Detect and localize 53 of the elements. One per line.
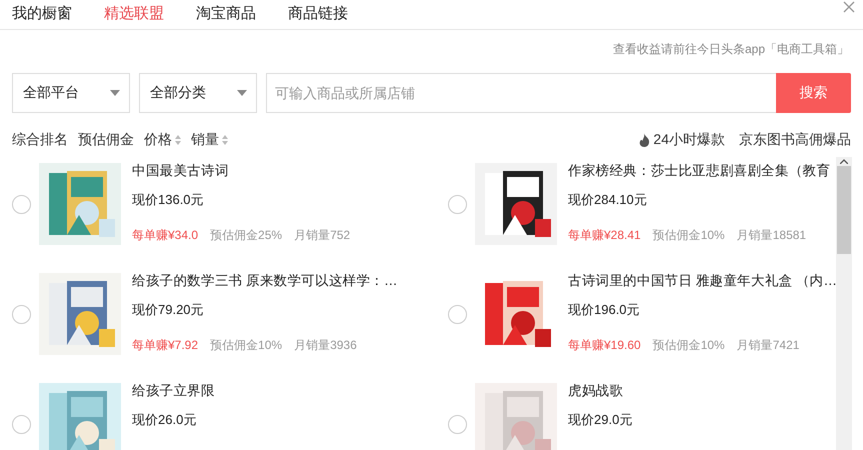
sort-option[interactable]: 销量 [191,131,228,149]
sales-text: 月销量7421 [736,337,800,354]
sort-option[interactable]: 预估佣金 [78,131,134,149]
sort-arrows-icon [175,135,181,145]
earning-text: 每单赚¥34.0 [132,227,198,244]
product-title[interactable]: 给孩子的数学三书 原来数学可以这样学：… [132,271,398,291]
radio-button[interactable] [12,195,31,214]
fire-icon [639,133,650,147]
tab[interactable]: 淘宝商品 [196,0,256,28]
close-icon[interactable] [843,1,855,13]
product-title[interactable]: 给孩子立界限 [132,381,215,401]
tab[interactable]: 精选联盟 [104,0,164,28]
product-price: 现价284.10元 [568,191,648,209]
caret-icon [110,90,120,96]
sort-arrows-icon [222,135,228,145]
search-field[interactable]: 可输入商品或所属店铺 [266,73,776,113]
sort-option[interactable]: 综合排名 [12,131,68,149]
radio-button[interactable] [448,415,467,434]
earning-text: 每单赚¥7.92 [132,337,198,354]
commission-text: 预估佣金10% [210,337,282,354]
commission-text: 预估佣金25% [210,227,282,244]
product-price: 现价79.20元 [132,301,205,319]
radio-button[interactable] [448,195,467,214]
hot-link[interactable]: 京东图书高佣爆品 [739,131,851,149]
radio-button[interactable] [12,415,31,434]
tab[interactable]: 我的橱窗 [12,0,72,28]
scroll-thumb[interactable] [837,166,851,254]
product-title[interactable]: 作家榜经典：莎士比亚悲剧喜剧全集（教育 [568,161,830,181]
commission-text: 预估佣金10% [652,337,725,354]
product-price: 现价136.0元 [132,191,205,209]
sort-option[interactable]: 价格 [144,131,181,149]
sales-text: 月销量3936 [294,337,357,354]
product-title[interactable]: 中国最美古诗词 [132,161,350,181]
dropdown[interactable]: 全部分类 [139,73,257,113]
product-title[interactable]: 虎妈战歌 [568,381,632,401]
earning-text: 每单赚¥28.41 [568,227,641,244]
product-price: 现价26.0元 [132,411,198,429]
sales-text: 月销量752 [294,227,350,244]
earning-text: 每单赚¥19.60 [568,337,641,354]
scroll-up-icon[interactable] [840,159,848,164]
hint-text: 查看收益请前往今日头条app「电商工具箱」 [612,41,849,58]
product-price: 现价196.0元 [568,301,641,319]
tab[interactable]: 商品链接 [288,0,348,28]
sales-text: 月销量18581 [736,227,806,244]
hot-link[interactable]: 24小时爆款 [639,131,725,149]
radio-button[interactable] [12,305,31,324]
scrollbar[interactable] [836,157,852,450]
product-price: 现价29.0元 [568,411,632,429]
caret-icon [237,90,247,96]
product-title[interactable]: 古诗词里的中国节日 雅趣童年大礼盒 （内… [568,271,836,291]
radio-button[interactable] [448,305,467,324]
commission-text: 预估佣金10% [652,227,725,244]
dropdown[interactable]: 全部平台 [12,73,130,113]
